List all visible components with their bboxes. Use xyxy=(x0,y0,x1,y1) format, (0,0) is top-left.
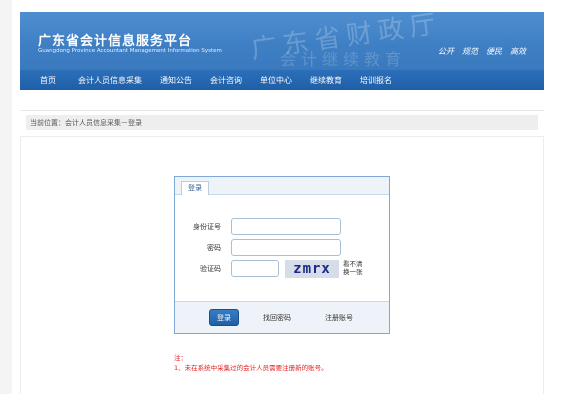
login-button[interactable]: 登录 xyxy=(209,309,239,326)
top-link-bianmin[interactable]: 便民 xyxy=(486,46,502,57)
register-link[interactable]: 注册账号 xyxy=(325,313,353,323)
captcha-label: 验证码 xyxy=(200,265,221,273)
tab-login[interactable]: 登录 xyxy=(181,181,209,195)
nav-item-info-collection[interactable]: 会计人员信息采集 xyxy=(78,75,142,86)
top-link-gongkai[interactable]: 公开 xyxy=(438,46,454,57)
top-link-guifan[interactable]: 规范 xyxy=(462,46,478,57)
id-number-row: 身份证号 xyxy=(175,218,389,236)
nav-item-training-registration[interactable]: 培训报名 xyxy=(360,75,392,86)
left-margin-strip xyxy=(0,0,12,394)
page: 广东省财政厅 会计继续教育 广东省会计信息服务平台 Guangdong Prov… xyxy=(0,0,564,394)
breadcrumb-bar: 当前位置：会计人员信息采集－登录 xyxy=(20,110,544,130)
main-nav: 首页 会计人员信息采集 通知公告 会计咨询 单位中心 继续教育 培训报名 xyxy=(20,70,544,90)
site-subtitle: Guangdong Province Accountant Management… xyxy=(38,48,222,54)
breadcrumb: 当前位置：会计人员信息采集－登录 xyxy=(26,115,538,130)
nav-item-notices[interactable]: 通知公告 xyxy=(160,75,192,86)
login-panel: 登录 身份证号 密码 验证码 zmrx 看不清 换一张 登录 找回密码 注册账号 xyxy=(174,176,390,334)
password-row: 密码 xyxy=(175,239,389,257)
nav-item-home[interactable]: 首页 xyxy=(40,75,56,86)
login-tab-bar: 登录 xyxy=(175,177,389,195)
banner-watermark-line2: 会计继续教育 xyxy=(280,50,407,69)
password-input[interactable] xyxy=(231,239,341,256)
nav-item-consulting[interactable]: 会计咨询 xyxy=(210,75,242,86)
password-label: 密码 xyxy=(207,244,221,252)
captcha-image[interactable]: zmrx xyxy=(285,260,339,278)
login-footer: 登录 找回密码 注册账号 xyxy=(175,301,389,333)
header-banner: 广东省财政厅 会计继续教育 广东省会计信息服务平台 Guangdong Prov… xyxy=(20,12,544,70)
id-number-label: 身份证号 xyxy=(193,223,221,231)
captcha-row: 验证码 zmrx 看不清 换一张 xyxy=(175,260,389,278)
nav-item-unit-center[interactable]: 单位中心 xyxy=(260,75,292,86)
notes-heading: 注： xyxy=(174,354,187,362)
id-number-input[interactable] xyxy=(231,218,341,235)
site-title: 广东省会计信息服务平台 xyxy=(38,34,193,49)
top-links: 公开 规范 便民 高效 xyxy=(438,46,526,57)
top-link-gaoxiao[interactable]: 高效 xyxy=(510,46,526,57)
captcha-refresh-link[interactable]: 看不清 换一张 xyxy=(343,260,371,276)
forgot-password-link[interactable]: 找回密码 xyxy=(263,313,291,323)
captcha-input[interactable] xyxy=(231,260,279,277)
nav-item-continuing-education[interactable]: 继续教育 xyxy=(310,75,342,86)
notes-line-1: 1、未在系统中采集过的会计人员需要注册新的账号。 xyxy=(174,364,328,372)
